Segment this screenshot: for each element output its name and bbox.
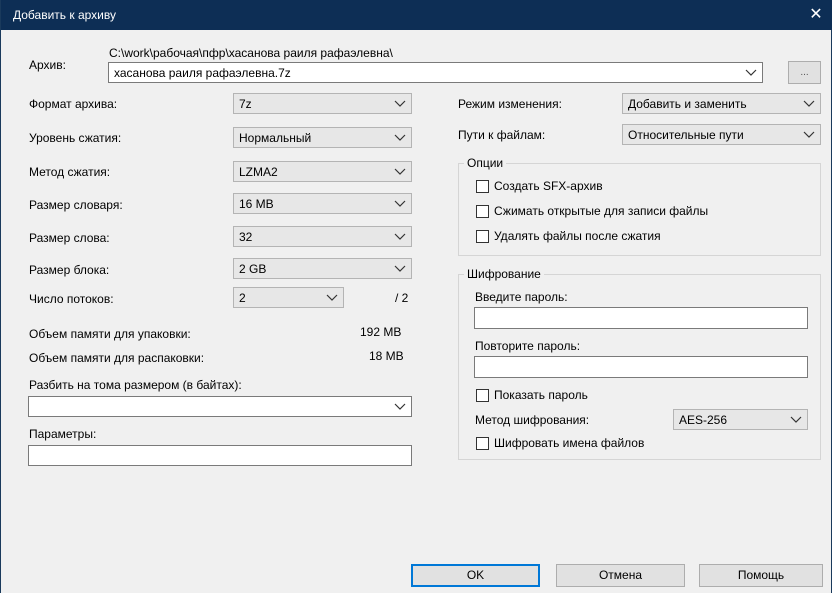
word-label: Размер слова: — [29, 231, 110, 245]
close-icon[interactable]: ✕ — [799, 0, 832, 30]
method-label: Метод сжатия: — [29, 165, 111, 179]
chevron-down-icon — [803, 131, 815, 138]
encryption-method-combo[interactable]: AES-256 — [673, 409, 808, 430]
chevron-down-icon — [394, 403, 406, 410]
dict-label: Размер словаря: — [29, 198, 123, 212]
encryption-title: Шифрование — [464, 267, 544, 281]
mem-unpack-label: Объем памяти для распаковки: — [29, 351, 205, 365]
block-combo[interactable]: 2 GB — [233, 258, 412, 279]
params-label: Параметры: — [29, 427, 97, 441]
repeat-password-input[interactable] — [474, 356, 808, 378]
level-label: Уровень сжатия: — [29, 131, 122, 145]
encryption-method-label: Метод шифрования: — [475, 413, 590, 427]
word-value: 32 — [239, 230, 253, 244]
chevron-down-icon — [394, 233, 406, 240]
params-input[interactable] — [28, 445, 412, 466]
mem-pack-value: 192 MB — [360, 325, 402, 339]
archive-path: C:\work\рабочая\пфр\хасанова раиля рафаэ… — [109, 46, 393, 60]
chevron-down-icon — [394, 134, 406, 141]
word-combo[interactable]: 32 — [233, 226, 412, 247]
archive-label: Архив: — [29, 58, 66, 72]
ok-button[interactable]: OK — [411, 564, 540, 587]
threads-combo[interactable]: 2 — [233, 287, 344, 308]
show-password-checkbox[interactable] — [476, 389, 489, 402]
encrypt-names-label: Шифровать имена файлов — [494, 436, 645, 450]
chevron-down-icon — [394, 100, 406, 107]
password-label: Введите пароль: — [475, 290, 568, 304]
chevron-down-icon — [394, 200, 406, 207]
threads-max: / 2 — [395, 291, 409, 305]
mem-unpack-value: 18 MB — [369, 349, 404, 363]
encrypt-names-checkbox[interactable] — [476, 437, 489, 450]
shared-files-checkbox[interactable] — [476, 205, 489, 218]
sfx-label: Создать SFX-архив — [494, 179, 603, 193]
title-bar[interactable]: Добавить к архиву ✕ — [1, 0, 832, 30]
level-combo[interactable]: Нормальный — [233, 127, 412, 148]
format-label: Формат архива: — [29, 97, 118, 111]
chevron-down-icon — [326, 294, 338, 301]
split-combo[interactable] — [28, 396, 412, 417]
browse-button[interactable]: ... — [788, 61, 821, 84]
chevron-down-icon — [394, 265, 406, 272]
method-combo[interactable]: LZMA2 — [233, 161, 412, 182]
block-value: 2 GB — [239, 262, 267, 276]
mode-label: Режим изменения: — [458, 97, 562, 111]
split-label: Разбить на тома размером (в байтах): — [29, 378, 242, 392]
format-value: 7z — [239, 97, 252, 111]
window-title: Добавить к архиву — [13, 8, 116, 22]
mem-pack-label: Объем памяти для упаковки: — [29, 327, 191, 341]
chevron-down-icon — [394, 168, 406, 175]
archive-name-combo[interactable]: хасанова раиля рафаэлевна.7z — [108, 62, 763, 83]
password-input[interactable] — [474, 307, 808, 329]
shared-files-label: Сжимать открытые для записи файлы — [494, 204, 709, 218]
level-value: Нормальный — [239, 131, 312, 145]
paths-value: Относительные пути — [628, 128, 744, 142]
format-combo[interactable]: 7z — [233, 93, 412, 114]
threads-value: 2 — [239, 291, 246, 305]
options-title: Опции — [464, 156, 507, 170]
mode-value: Добавить и заменить — [628, 97, 747, 111]
help-button[interactable]: Помощь — [699, 564, 823, 587]
archive-name-value: хасанова раиля рафаэлевна.7z — [114, 66, 291, 80]
dict-combo[interactable]: 16 MB — [233, 193, 412, 214]
encryption-method-value: AES-256 — [679, 413, 728, 427]
chevron-down-icon — [803, 100, 815, 107]
paths-label: Пути к файлам: — [458, 128, 546, 142]
method-value: LZMA2 — [239, 165, 278, 179]
show-password-label: Показать пароль — [494, 388, 588, 402]
chevron-down-icon — [790, 416, 802, 423]
threads-label: Число потоков: — [29, 292, 114, 306]
delete-after-label: Удалять файлы после сжатия — [494, 229, 661, 243]
paths-combo[interactable]: Относительные пути — [622, 124, 821, 145]
mode-combo[interactable]: Добавить и заменить — [622, 93, 821, 114]
dict-value: 16 MB — [239, 197, 274, 211]
sfx-checkbox[interactable] — [476, 180, 489, 193]
chevron-down-icon — [745, 69, 757, 76]
add-to-archive-dialog: Добавить к архиву ✕ Архив: C:\work\рабоч… — [0, 0, 832, 593]
repeat-password-label: Повторите пароль: — [475, 339, 581, 353]
cancel-button[interactable]: Отмена — [556, 564, 685, 587]
delete-after-checkbox[interactable] — [476, 230, 489, 243]
block-label: Размер блока: — [29, 263, 110, 277]
